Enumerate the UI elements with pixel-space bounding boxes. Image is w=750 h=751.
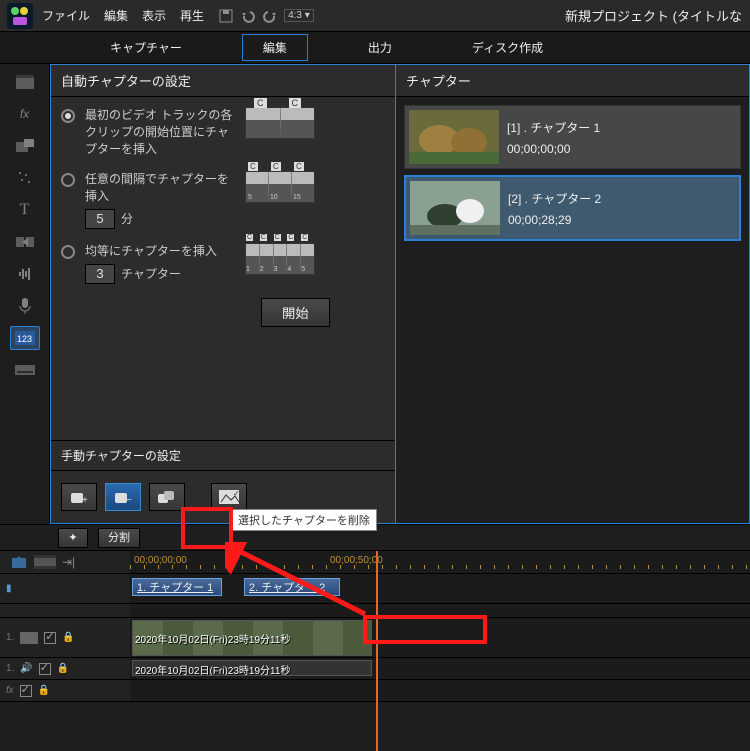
svg-text:✓: ✓ (233, 489, 240, 498)
radio-interval[interactable] (61, 173, 75, 187)
redo-icon[interactable] (262, 8, 278, 24)
track-lock-icon[interactable]: 🔒 (62, 632, 74, 643)
track-lock-icon[interactable]: 🔒 (57, 663, 69, 674)
clip-label: 2020年10月02日(Fri)23時19分11秒 (135, 662, 290, 676)
tool-title-icon[interactable]: T (10, 198, 40, 222)
clip-label: 2020年10月02日(Fri)23時19分11秒 (135, 631, 290, 646)
track-number: 1. (6, 632, 14, 643)
chapter-timecode: 00;00;28;29 (508, 213, 601, 227)
chapter-thumb-icon (409, 110, 499, 164)
chapter-label: [2] . チャプター 2 (508, 190, 601, 207)
fx-wand-button[interactable]: ✦ (58, 528, 88, 548)
tool-subtitle-icon[interactable] (10, 358, 40, 382)
interval-input[interactable] (85, 209, 115, 229)
track-visible-checkbox[interactable] (39, 663, 51, 675)
chapter-label: [1] . チャプター 1 (507, 119, 600, 136)
tool-fx-icon[interactable]: fx (10, 102, 40, 126)
video-track-icon (20, 632, 38, 644)
option-each-clip-thumb (245, 107, 315, 139)
remove-all-chapters-button[interactable] (149, 483, 185, 511)
tool-voice-icon[interactable] (10, 294, 40, 318)
tool-transition-icon[interactable] (10, 230, 40, 254)
svg-text:123: 123 (17, 334, 32, 344)
remove-chapter-button[interactable]: − (105, 483, 141, 511)
timeline-settings-icon[interactable] (10, 554, 28, 570)
chapters-header: チャプター (396, 65, 749, 97)
option-interval-label: 任意の間隔でチャプターを挿入 (85, 171, 235, 205)
tool-audio-icon[interactable] (10, 262, 40, 286)
option-interval-thumb: 51015 (245, 171, 315, 203)
track-visible-checkbox[interactable] (20, 685, 32, 697)
undo-icon[interactable] (240, 8, 256, 24)
menu-file[interactable]: ファイル (42, 7, 90, 24)
track-visible-checkbox[interactable] (44, 632, 56, 644)
audio-clip[interactable]: 2020年10月02日(Fri)23時19分11秒 (132, 660, 372, 676)
tool-chapters-icon[interactable]: 123 (10, 326, 40, 350)
video-clip[interactable]: 2020年10月02日(Fri)23時19分11秒 (132, 620, 372, 656)
aspect-selector[interactable]: 4:3 ▾ (284, 9, 314, 22)
save-icon[interactable] (218, 8, 234, 24)
chapter-marker[interactable]: 1. チャプター 1 (132, 578, 222, 596)
chapter-thumb-icon (410, 181, 500, 235)
tab-edit[interactable]: 編集 (242, 34, 308, 61)
option-evenly-label: 均等にチャプターを挿入 (85, 243, 235, 260)
manual-chapter-header: 手動チャプターの設定 (51, 440, 395, 471)
window-title: 新規プロジェクト (タイトルな (565, 6, 742, 25)
radio-evenly[interactable] (61, 245, 75, 259)
app-logo-icon (6, 2, 34, 30)
interval-unit: 分 (121, 210, 133, 227)
radio-each-clip[interactable] (61, 109, 75, 123)
tab-disc[interactable]: ディスク作成 (452, 35, 563, 60)
chapter-item[interactable]: [1] . チャプター 1 00;00;00;00 (404, 105, 741, 169)
tool-pip-icon[interactable] (10, 134, 40, 158)
chapter-item[interactable]: [2] . チャプター 2 00;00;28;29 (404, 175, 741, 241)
evenly-unit: チャプター (121, 265, 181, 282)
menu-view[interactable]: 表示 (142, 7, 166, 24)
menu-play[interactable]: 再生 (180, 7, 204, 24)
option-each-clip-label: 最初のビデオ トラックの各クリップの開始位置にチャプターを挿入 (85, 107, 235, 157)
option-evenly-thumb: 12345 (245, 243, 315, 275)
svg-text:+: + (82, 495, 88, 505)
svg-text:−: − (126, 495, 132, 505)
auto-chapter-header: 自動チャプターの設定 (51, 65, 395, 97)
playhead[interactable] (376, 551, 378, 751)
chapter-marker[interactable]: 2. チャプター 2 (244, 578, 340, 596)
track-view-icon[interactable] (34, 555, 56, 569)
tool-media-icon[interactable] (10, 70, 40, 94)
menu-edit[interactable]: 編集 (104, 7, 128, 24)
start-button[interactable]: 開始 (261, 298, 330, 327)
tool-particle-icon[interactable] (10, 166, 40, 190)
audio-track-icon: 🔊 (20, 663, 32, 674)
split-button[interactable]: 分割 (98, 528, 140, 548)
track-number: 1. (6, 663, 14, 674)
tab-capture[interactable]: キャプチャー (90, 35, 202, 60)
aspect-label: 4:3 (288, 10, 302, 21)
track-marker-icon: ▮ (6, 583, 12, 594)
chapter-timecode: 00;00;00;00 (507, 142, 600, 156)
track-lock-icon[interactable]: 🔒 (38, 685, 50, 696)
set-thumbnail-button[interactable]: ✓ (211, 483, 247, 511)
evenly-input[interactable] (85, 264, 115, 284)
tooltip-remove-chapter: 選択したチャプターを削除 (231, 509, 377, 531)
add-chapter-button[interactable]: + (61, 483, 97, 511)
tab-output[interactable]: 出力 (348, 35, 412, 60)
